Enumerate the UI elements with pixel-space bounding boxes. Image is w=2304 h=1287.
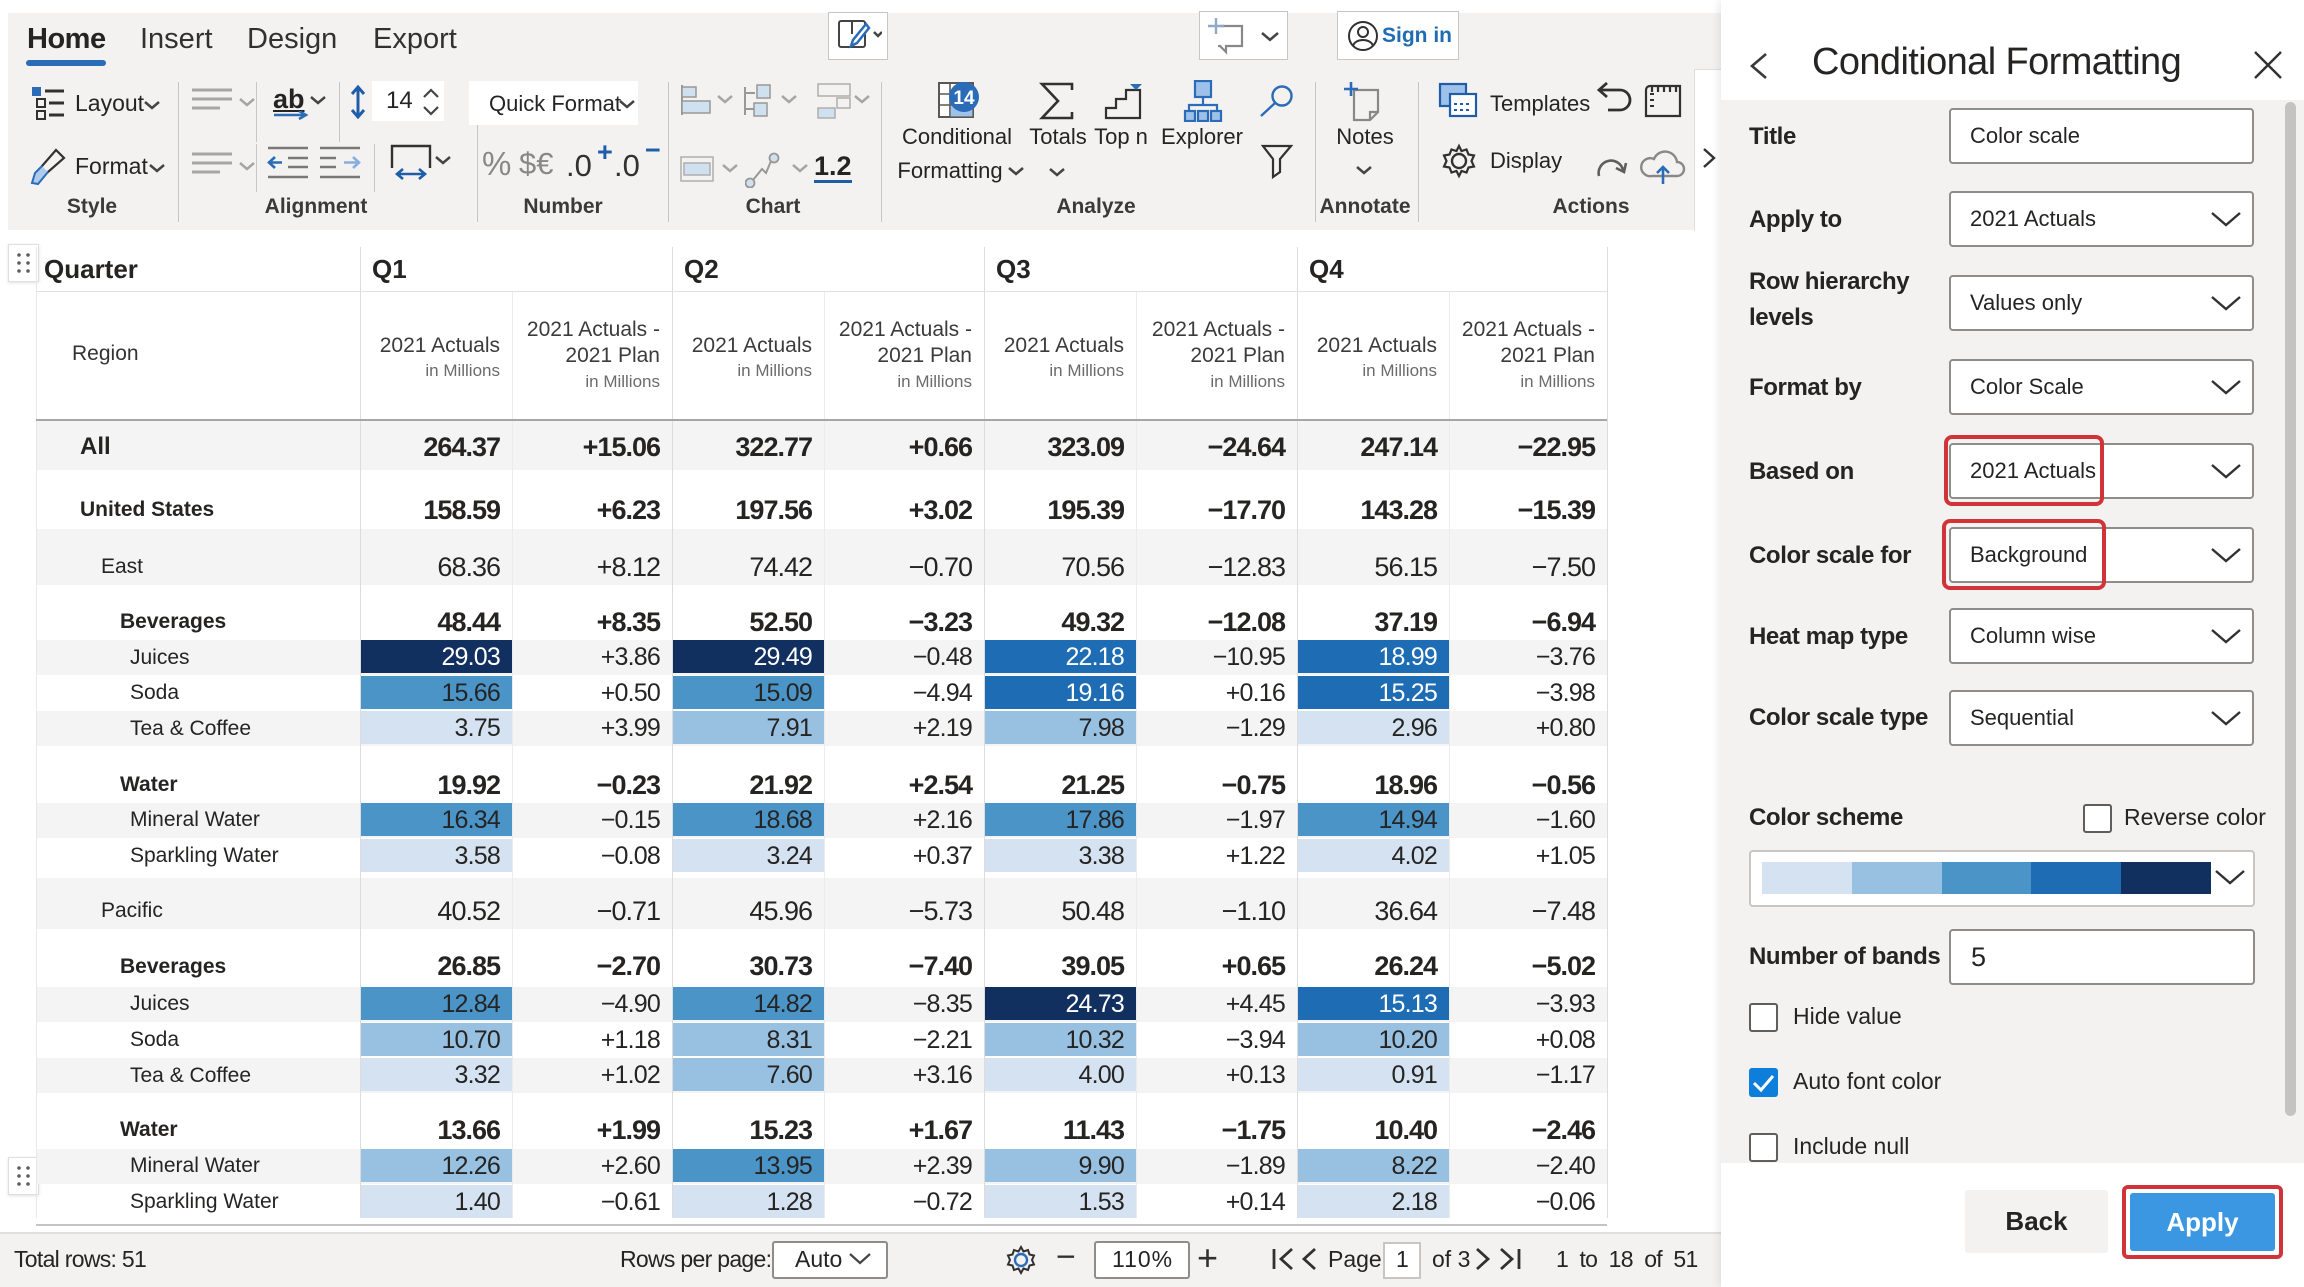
svg-text:14: 14 xyxy=(953,88,975,109)
